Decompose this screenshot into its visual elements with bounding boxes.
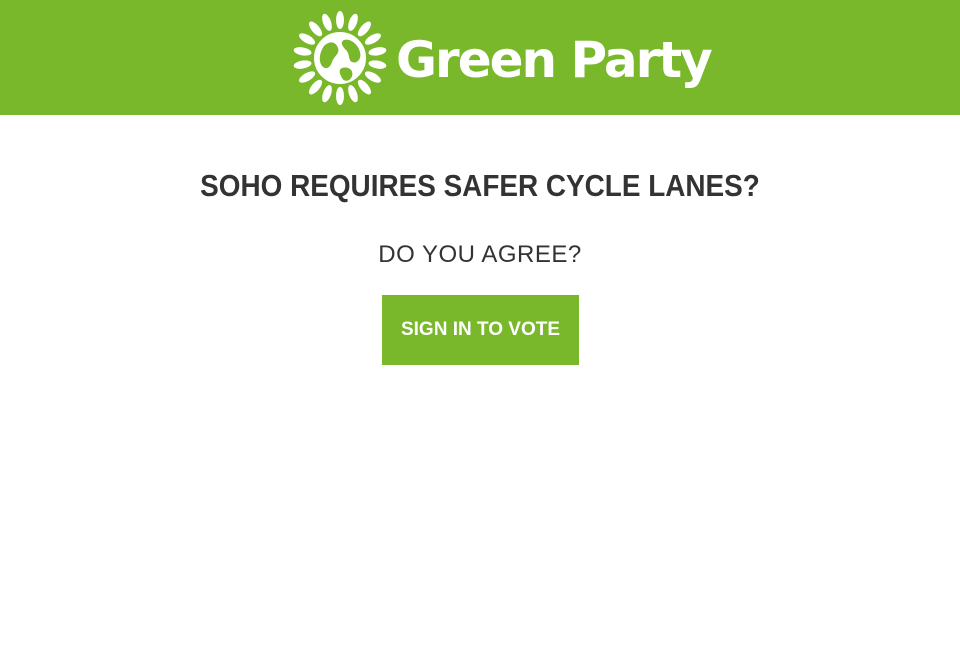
sign-in-to-vote-button[interactable]: SIGN IN TO VOTE (382, 295, 579, 365)
brand-name: Green Party (396, 31, 713, 89)
poll-question: SOHO REQUIRES SAFER CYCLE LANES? (200, 168, 760, 203)
site-header: Green Party (0, 0, 960, 115)
poll-prompt: DO YOU AGREE? (378, 241, 582, 268)
sunflower-globe-icon (293, 11, 387, 105)
green-party-logo[interactable]: Green Party (286, 10, 713, 106)
